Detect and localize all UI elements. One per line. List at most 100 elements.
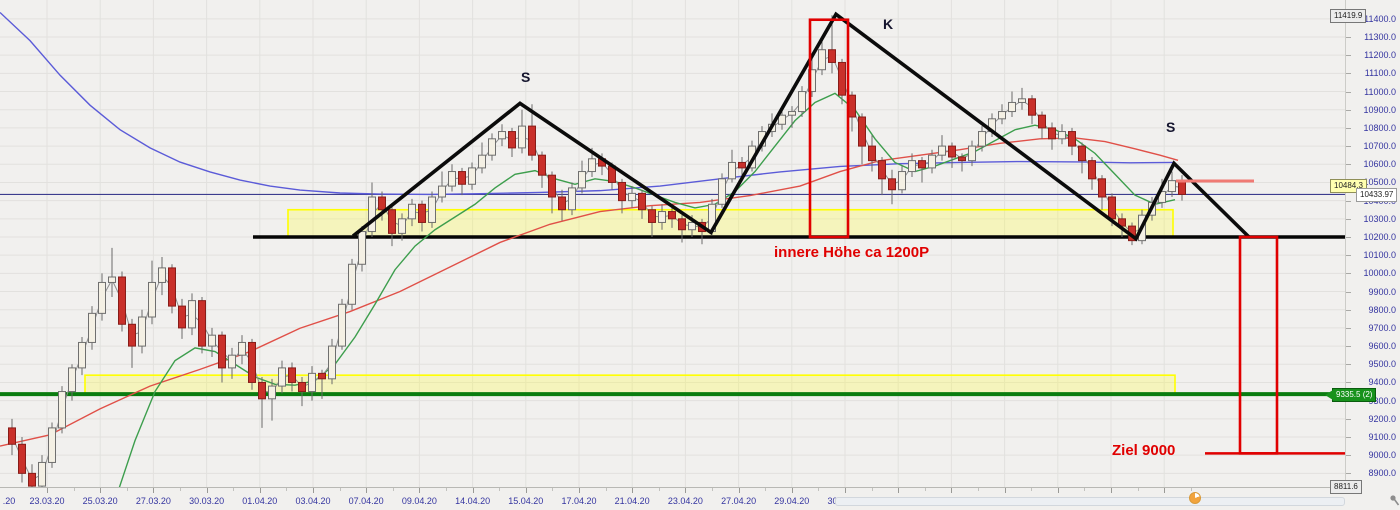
date-tick-minor — [446, 488, 447, 491]
candle — [889, 179, 896, 190]
candle — [19, 444, 26, 473]
price-tick — [1346, 292, 1351, 293]
date-tick — [685, 488, 686, 493]
date-tick-minor — [499, 488, 500, 491]
price-marker-arrow-icon — [1325, 390, 1333, 400]
price-tick-label: 8900.0 — [1352, 468, 1396, 478]
date-tick-label: 01.04.20 — [233, 496, 287, 506]
candle — [1169, 181, 1176, 192]
target-annotation[interactable]: Ziel 9000 — [1112, 442, 1175, 459]
candle — [1059, 132, 1066, 139]
candle — [479, 155, 486, 168]
price-axis[interactable]: 11400.011300.011200.011100.011000.010900… — [1345, 0, 1400, 487]
price-tick-label: 10800.0 — [1352, 123, 1396, 133]
price-chart-canvas[interactable] — [0, 0, 1345, 487]
candle — [159, 268, 166, 283]
price-tick — [1346, 419, 1351, 420]
candle — [329, 346, 336, 379]
price-tick — [1346, 146, 1351, 147]
date-tick — [792, 488, 793, 493]
target-projection-rect[interactable] — [1240, 237, 1277, 453]
date-tick-label: 23.04.20 — [658, 496, 712, 506]
close-line — [12, 56, 1182, 480]
price-tick-label: 9700.0 — [1352, 323, 1396, 333]
candle — [739, 162, 746, 167]
price-tick — [1346, 346, 1351, 347]
candle — [969, 146, 976, 161]
candle — [369, 197, 376, 232]
inner-height-annotation[interactable]: innere Höhe ca 1200P — [774, 244, 929, 261]
price-tick — [1346, 237, 1351, 238]
date-tick-minor — [393, 488, 394, 491]
head-label[interactable]: K — [883, 16, 893, 32]
candle — [899, 172, 906, 190]
price-tick — [1346, 128, 1351, 129]
candle — [949, 146, 956, 157]
right-shoulder-label[interactable]: S — [1166, 119, 1175, 135]
candle — [229, 355, 236, 368]
candle — [429, 197, 436, 222]
candle — [1089, 161, 1096, 179]
horizontal-scrollbar[interactable] — [835, 497, 1345, 506]
date-tick-minor — [1191, 488, 1192, 491]
price-tick — [1346, 164, 1351, 165]
candle — [629, 193, 636, 200]
candle — [249, 342, 256, 382]
price-tick — [1346, 110, 1351, 111]
candle — [109, 277, 116, 282]
date-tick-label: 14.04.20 — [446, 496, 500, 506]
candle — [619, 182, 626, 200]
candle — [719, 179, 726, 204]
date-tick — [366, 488, 367, 493]
candle — [319, 373, 326, 378]
date-tick — [260, 488, 261, 493]
date-tick — [739, 488, 740, 493]
price-tick — [1346, 382, 1351, 383]
candle — [289, 368, 296, 383]
candle — [1039, 115, 1046, 128]
candle — [29, 473, 36, 486]
date-tick — [951, 488, 952, 493]
candle — [909, 161, 916, 172]
date-tick-label: 07.04.20 — [339, 496, 393, 506]
date-tick-label: 03.04.20 — [286, 496, 340, 506]
candle — [879, 161, 886, 179]
pin-icon[interactable] — [1389, 493, 1400, 510]
candle — [1029, 99, 1036, 115]
date-tick — [313, 488, 314, 493]
candle — [179, 306, 186, 328]
candle — [49, 428, 56, 463]
ma-fast-green — [118, 93, 1175, 487]
date-tick-minor — [74, 488, 75, 491]
candle — [789, 112, 796, 116]
candle — [569, 188, 576, 210]
candle — [79, 342, 86, 367]
candle — [649, 210, 656, 223]
price-tick-label: 11200.0 — [1352, 50, 1396, 60]
candle — [959, 157, 966, 161]
candle — [469, 168, 476, 184]
candle — [869, 146, 876, 161]
date-tick-minor — [1138, 488, 1139, 491]
date-tick — [207, 488, 208, 493]
candle — [419, 204, 426, 222]
candle — [99, 282, 106, 313]
date-tick-label: 23.03.20 — [20, 496, 74, 506]
candle — [399, 219, 406, 234]
chart-window: S K S innere Höhe ca 1200P Ziel 9000 114… — [0, 0, 1400, 510]
session-clock-icon — [1189, 492, 1201, 504]
date-tick-minor — [872, 488, 873, 491]
candle — [39, 462, 46, 486]
candle — [309, 373, 316, 391]
candle — [89, 313, 96, 342]
date-tick — [1058, 488, 1059, 493]
left-shoulder-label[interactable]: S — [521, 69, 530, 85]
candle — [859, 117, 866, 146]
candle — [639, 193, 646, 209]
ma-slow-blue — [0, 12, 1175, 194]
price-tick — [1346, 37, 1351, 38]
price-tick-label: 10300.0 — [1352, 214, 1396, 224]
date-tick — [419, 488, 420, 493]
price-tick-label: 9000.0 — [1352, 450, 1396, 460]
price-tick-label: 10600.0 — [1352, 159, 1396, 169]
